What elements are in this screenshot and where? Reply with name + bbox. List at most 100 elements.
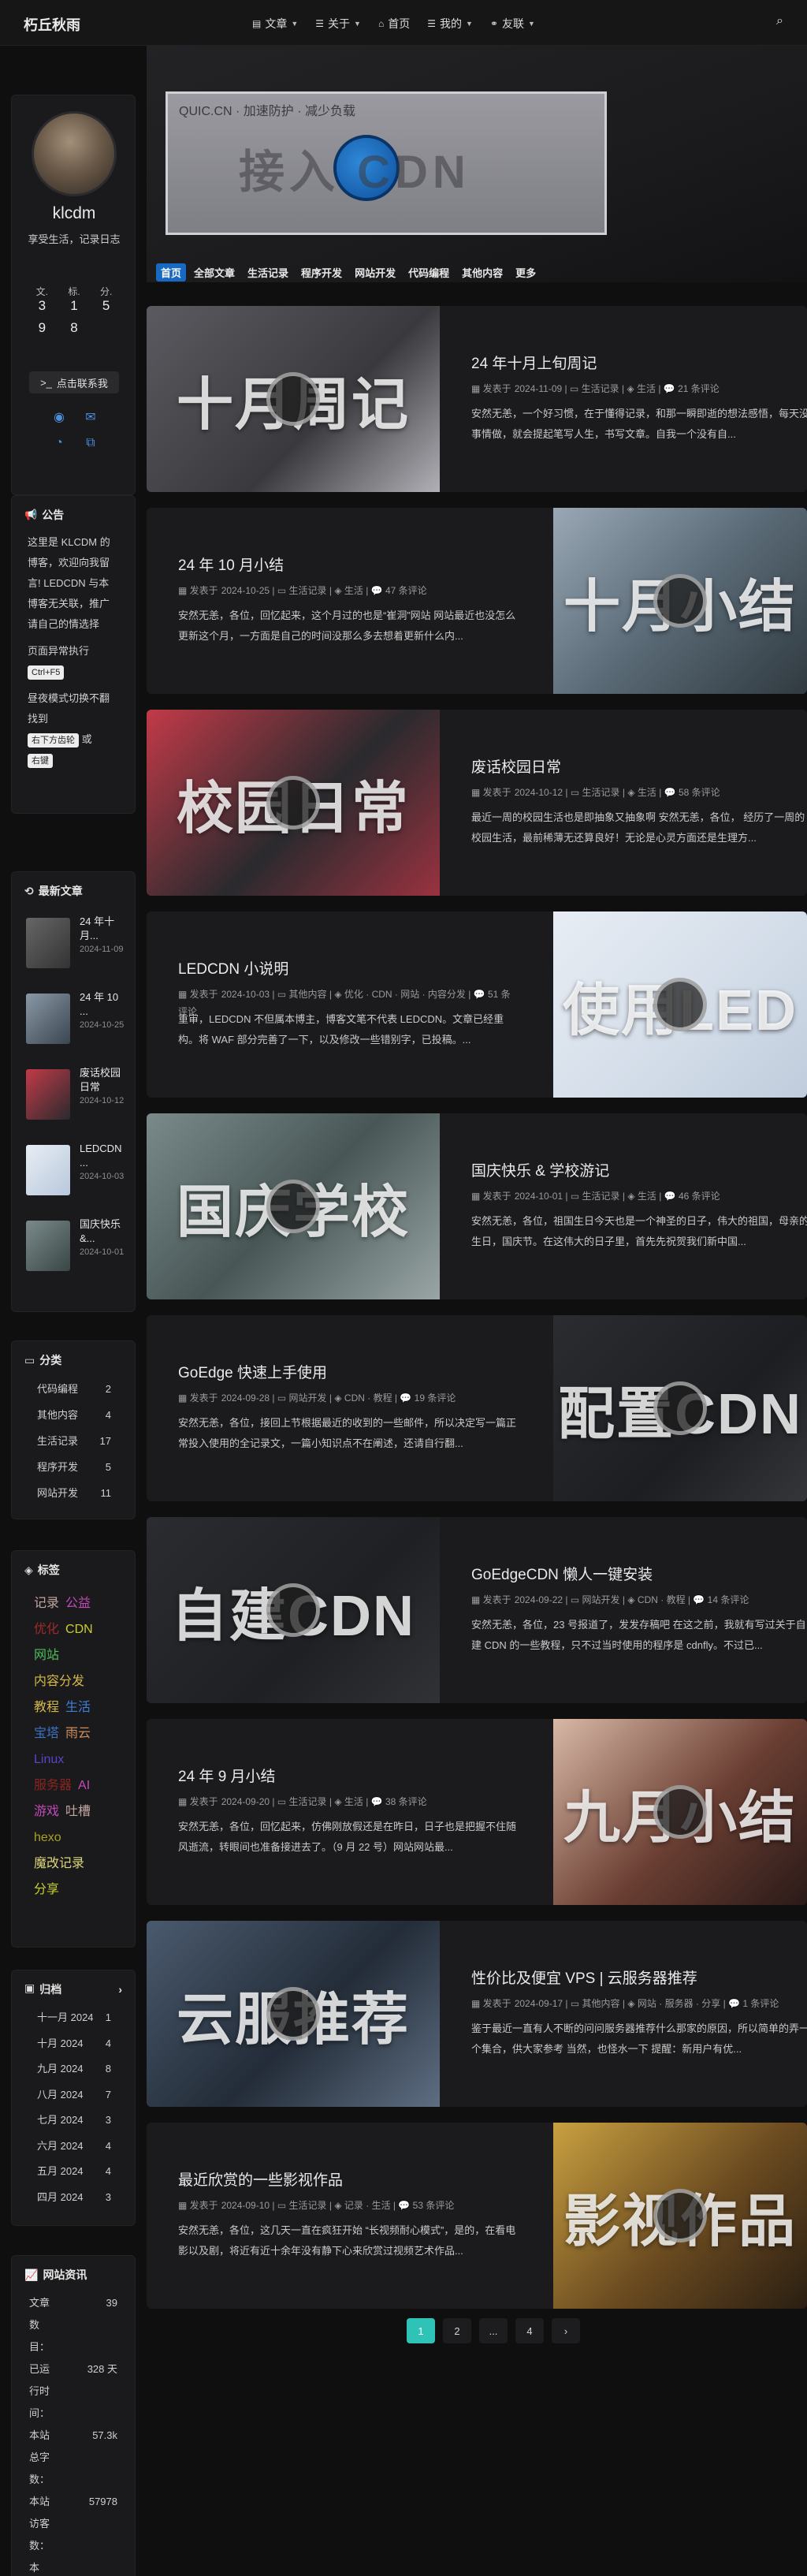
tag-link[interactable]: hexo: [34, 1831, 61, 1844]
post-card[interactable]: 配置CDN GoEdge 快速上手使用 ▦ 发表于2024-09-28 | ▭ 网站…: [147, 1315, 807, 1501]
post-title[interactable]: 性价比及便宜 VPS | 云服务器推荐: [471, 1966, 697, 1988]
post-title[interactable]: 24 年十月上旬周记: [471, 352, 597, 373]
page-button[interactable]: 2: [443, 2318, 471, 2343]
tag-link[interactable]: 宝塔: [34, 1727, 59, 1740]
archive-item[interactable]: 七月 2024 3: [12, 2108, 135, 2134]
next-page-button[interactable]: ›: [552, 2318, 580, 2343]
post-tags[interactable]: 生活: [344, 585, 363, 596]
post-card[interactable]: 校园日常 废话校园日常 ▦ 发表于2024-10-12 | ▭ 生活记录 | ◈ 生…: [147, 710, 807, 896]
post-title[interactable]: 最近欣赏的一些影视作品: [178, 2168, 343, 2190]
page-button[interactable]: 1: [407, 2318, 435, 2343]
post-title[interactable]: 24 年 9 月小结: [178, 1765, 276, 1786]
archive-item[interactable]: 十一月 2024 1: [12, 2005, 135, 2031]
post-title[interactable]: 废话校园日常: [471, 755, 561, 777]
post-thumbnail[interactable]: 十月小结: [553, 508, 807, 694]
recent-post-item[interactable]: 24 年十月... 2024-11-09: [26, 911, 128, 975]
recent-post-item[interactable]: LEDCDN ... 2024-10-03: [26, 1139, 128, 1202]
post-tags[interactable]: 优化 · CDN · 网站 · 内容分发: [344, 989, 466, 1000]
recent-post-item[interactable]: 24 年 10 ... 2024-10-25: [26, 987, 128, 1050]
page-button[interactable]: ...: [479, 2318, 508, 2343]
post-thumbnail[interactable]: 十月周记: [147, 306, 440, 492]
tag-link[interactable]: 生活: [65, 1701, 91, 1714]
post-title[interactable]: 24 年 10 月小结: [178, 554, 284, 575]
post-title[interactable]: GoEdge 快速上手使用: [178, 1361, 327, 1382]
category-tab[interactable]: 网站开发: [350, 263, 400, 281]
category-tab[interactable]: 代码编程: [404, 263, 454, 281]
category-tab[interactable]: 更多: [511, 263, 541, 281]
tag-link[interactable]: 魔改记录: [34, 1857, 84, 1870]
post-category[interactable]: 网站开发: [289, 1392, 327, 1404]
post-title[interactable]: GoEdgeCDN 懒人一键安装: [471, 1563, 653, 1584]
post-comments[interactable]: 58 条评论: [679, 787, 720, 798]
post-card[interactable]: 影视作品 最近欣赏的一些影视作品 ▦ 发表于2024-09-10 | ▭ 生活记录 …: [147, 2123, 807, 2309]
archive-item[interactable]: 六月 2024 4: [12, 2134, 135, 2160]
post-thumbnail[interactable]: 配置CDN: [553, 1315, 807, 1501]
recent-post-thumbnail[interactable]: [26, 1221, 70, 1271]
rss-icon[interactable]: ◔: [55, 436, 63, 450]
post-category[interactable]: 网站开发: [582, 1594, 620, 1605]
nav-item[interactable]: ☰ 我的 ▼: [427, 16, 473, 32]
recent-post-thumbnail[interactable]: [26, 993, 70, 1044]
post-category[interactable]: 生活记录: [289, 2200, 327, 2211]
post-tags[interactable]: 生活: [638, 787, 656, 798]
github-icon[interactable]: ◉: [54, 409, 65, 425]
post-tags[interactable]: 生活: [637, 383, 656, 394]
post-title[interactable]: LEDCDN 小说明: [178, 957, 288, 979]
post-tags[interactable]: 生活: [344, 1796, 363, 1807]
post-comments[interactable]: 21 条评论: [678, 383, 720, 394]
post-tags[interactable]: 网站 · 服务器 · 分享: [638, 1998, 720, 2009]
post-category[interactable]: 其他内容: [289, 989, 327, 1000]
post-comments[interactable]: 38 条评论: [385, 1796, 427, 1807]
post-thumbnail[interactable]: 自建CDN: [147, 1517, 440, 1703]
archive-item[interactable]: 五月 2024 4: [12, 2159, 135, 2185]
category-tab[interactable]: 全部文章: [189, 263, 240, 281]
post-thumbnail[interactable]: 影视作品: [553, 2123, 807, 2309]
tag-link[interactable]: 游戏: [34, 1805, 59, 1818]
post-category[interactable]: 其他内容: [582, 1998, 620, 2009]
tag-link[interactable]: 吐槽: [65, 1805, 91, 1818]
post-card[interactable]: 十月周记 24 年十月上旬周记 ▦ 发表于2024-11-09 | ▭ 生活记录 |…: [147, 306, 807, 492]
post-card[interactable]: 九月小结 24 年 9 月小结 ▦ 发表于2024-09-20 | ▭ 生活记录 |…: [147, 1719, 807, 1905]
archive-item[interactable]: 四月 2024 3: [12, 2185, 135, 2211]
recent-post-thumbnail[interactable]: [26, 1069, 70, 1120]
nav-item[interactable]: ☰ 关于 ▼: [315, 16, 361, 32]
nav-item[interactable]: ⌂ 首页: [378, 16, 410, 32]
recent-post-item[interactable]: 废话校园日常 2024-10-12: [26, 1063, 128, 1126]
category-item[interactable]: 程序开发 5: [12, 1454, 135, 1480]
post-thumbnail[interactable]: 校园日常: [147, 710, 440, 896]
tag-link[interactable]: 优化: [34, 1623, 59, 1636]
post-category[interactable]: 生活记录: [289, 585, 327, 596]
archive-item[interactable]: 九月 2024 8: [12, 2056, 135, 2082]
archive-item[interactable]: 八月 2024 7: [12, 2082, 135, 2108]
site-brand[interactable]: 朽丘秋雨: [24, 14, 80, 35]
tag-link[interactable]: Linux: [34, 1753, 64, 1766]
post-thumbnail[interactable]: 国庆学校: [147, 1113, 440, 1299]
category-tab[interactable]: 首页: [156, 263, 187, 281]
category-item[interactable]: 其他内容 4: [12, 1402, 135, 1428]
post-card[interactable]: 十月小结 24 年 10 月小结 ▦ 发表于2024-10-25 | ▭ 生活记录 …: [147, 508, 807, 694]
post-card[interactable]: 国庆学校 国庆快乐 & 学校游记 ▦ 发表于2024-10-01 | ▭ 生活记录 …: [147, 1113, 807, 1299]
tag-link[interactable]: CDN: [65, 1623, 93, 1636]
tag-link[interactable]: 公益: [65, 1597, 91, 1610]
category-tab[interactable]: 程序开发: [296, 263, 347, 281]
post-card[interactable]: 使用LEDLEDCDN 小说明▦ 发表于2024-10-03 | ▭ 其他内容 …: [147, 911, 807, 1098]
tag-link[interactable]: 内容分发: [34, 1675, 84, 1688]
recent-post-title[interactable]: 国庆快乐 &...: [80, 1217, 128, 1246]
recent-post-thumbnail[interactable]: [26, 918, 70, 968]
category-item[interactable]: 代码编程 2: [12, 1376, 135, 1402]
tag-link[interactable]: 分享: [34, 1883, 59, 1896]
tag-link[interactable]: 雨云: [65, 1727, 91, 1740]
recent-post-title[interactable]: LEDCDN ...: [80, 1142, 128, 1170]
recent-post-title[interactable]: 废话校园日常: [80, 1066, 128, 1094]
post-comments[interactable]: 53 条评论: [413, 2200, 455, 2211]
post-comments[interactable]: 46 条评论: [679, 1191, 720, 1202]
post-tags[interactable]: 生活: [638, 1191, 656, 1202]
post-category[interactable]: 生活记录: [582, 383, 619, 394]
recent-post-thumbnail[interactable]: [26, 1145, 70, 1195]
recent-post-title[interactable]: 24 年 10 ...: [80, 990, 128, 1019]
email-icon[interactable]: ✉: [85, 409, 95, 425]
post-title[interactable]: 国庆快乐 & 学校游记: [471, 1159, 609, 1180]
nav-item[interactable]: ⚭ 友联 ▼: [490, 16, 535, 32]
post-tags[interactable]: 记录 · 生活: [344, 2200, 391, 2211]
nav-item[interactable]: ▤ 文章 ▼: [252, 16, 298, 32]
